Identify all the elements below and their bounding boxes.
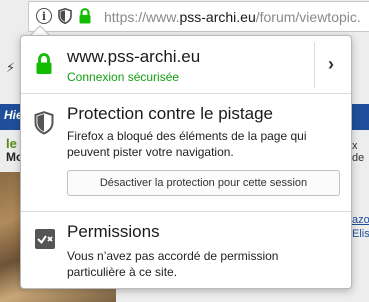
permissions-icon: [35, 229, 55, 249]
secure-lock-icon: [36, 53, 52, 74]
url-domain: pss-archi.eu: [179, 9, 256, 25]
tracking-shield-icon[interactable]: [58, 8, 72, 24]
url-path: /forum/viewtopic.: [255, 9, 361, 25]
permissions-title: Permissions: [67, 222, 160, 241]
site-security-section[interactable]: www.pss-archi.eu Connexion sécurisée ›: [21, 36, 351, 94]
url-bar-identity-icons[interactable]: i: [36, 8, 92, 24]
chevron-right-icon[interactable]: ›: [328, 54, 334, 75]
identity-popup: www.pss-archi.eu Connexion sécurisée › P…: [20, 35, 352, 289]
info-icon[interactable]: i: [36, 8, 52, 24]
background-right-link-2[interactable]: Elis: [352, 228, 369, 240]
site-host: www.pss-archi.eu: [67, 47, 201, 66]
tracking-protection-section: Protection contre le pistage Firefox a b…: [21, 94, 351, 212]
tracking-shield-icon: [34, 111, 54, 135]
permissions-description: Vous n’avez pas accordé de permission pa…: [67, 249, 279, 279]
tracking-title: Protection contre le pistage: [67, 104, 274, 123]
background-right-text: x de: [352, 140, 365, 164]
background-toolbar-icon: ⚡: [6, 60, 16, 75]
background-green-text: le: [6, 136, 17, 151]
connection-status: Connexion sécurisée: [67, 70, 180, 84]
divider: [314, 42, 315, 88]
background-right-link[interactable]: azor: [352, 214, 369, 226]
permissions-section: Permissions Vous n’avez pas accordé de p…: [21, 212, 351, 290]
url-text[interactable]: https://www.pss-archi.eu/forum/viewtopic…: [104, 9, 361, 25]
lock-icon[interactable]: [78, 8, 92, 24]
url-prefix: https://www.: [104, 9, 180, 25]
disable-protection-button[interactable]: Désactiver la protection pour cette sess…: [67, 170, 340, 196]
tracking-description: Firefox a bloqué des éléments de la page…: [67, 129, 307, 159]
